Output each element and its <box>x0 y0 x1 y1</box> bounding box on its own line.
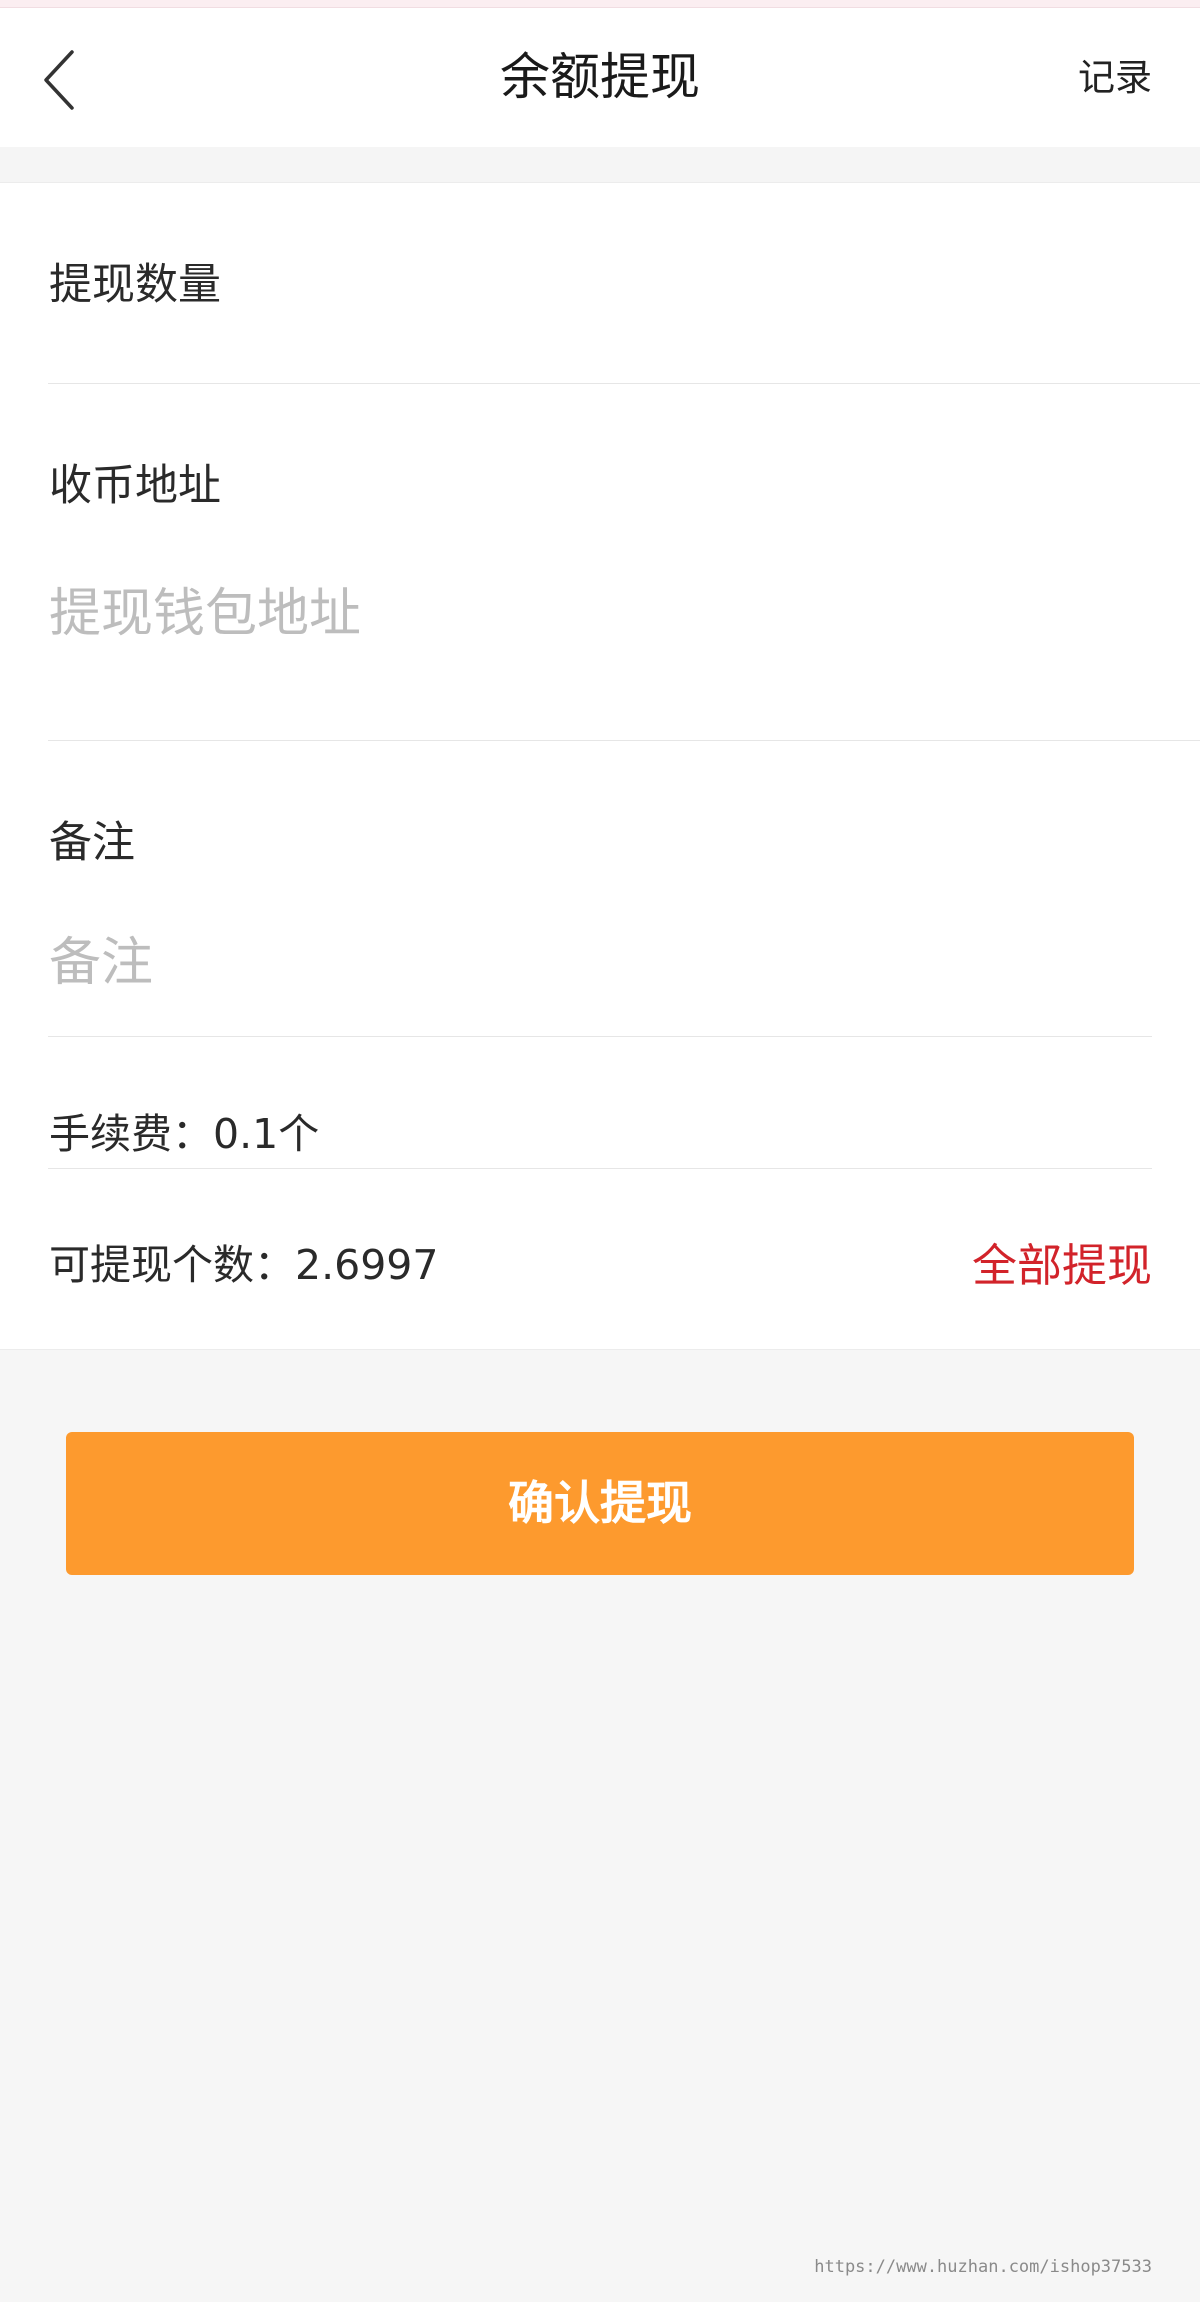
section-gap <box>0 147 1200 183</box>
withdraw-form: 提现数量 收币地址 备注 手续费：0.1个 可提现个数：2.6997 全部提现 <box>0 183 1200 1350</box>
remark-input[interactable] <box>49 928 1149 998</box>
page-title: 余额提现 <box>500 48 700 106</box>
divider <box>48 1168 1152 1169</box>
withdraw-all-link[interactable]: 全部提现 <box>972 1229 1152 1294</box>
available-amount-text: 可提现个数：2.6997 <box>49 1241 439 1289</box>
divider <box>48 740 1200 741</box>
top-accent-strip <box>0 0 1200 8</box>
remark-label: 备注 <box>49 818 135 868</box>
divider <box>48 383 1200 384</box>
record-link[interactable]: 记录 <box>1078 8 1152 147</box>
confirm-withdraw-button[interactable]: 确认提现 <box>66 1432 1134 1575</box>
divider <box>48 1036 1152 1037</box>
address-label: 收币地址 <box>49 461 221 511</box>
amount-input[interactable] <box>49 303 1149 373</box>
address-input[interactable] <box>49 579 1149 649</box>
chevron-left-icon <box>44 50 74 110</box>
fee-text: 手续费：0.1个 <box>49 1110 320 1158</box>
watermark-text: https://www.huzhan.com/ishop37533 <box>814 2257 1152 2277</box>
back-button[interactable] <box>40 40 100 120</box>
nav-bar: 余额提现 记录 <box>0 8 1200 147</box>
